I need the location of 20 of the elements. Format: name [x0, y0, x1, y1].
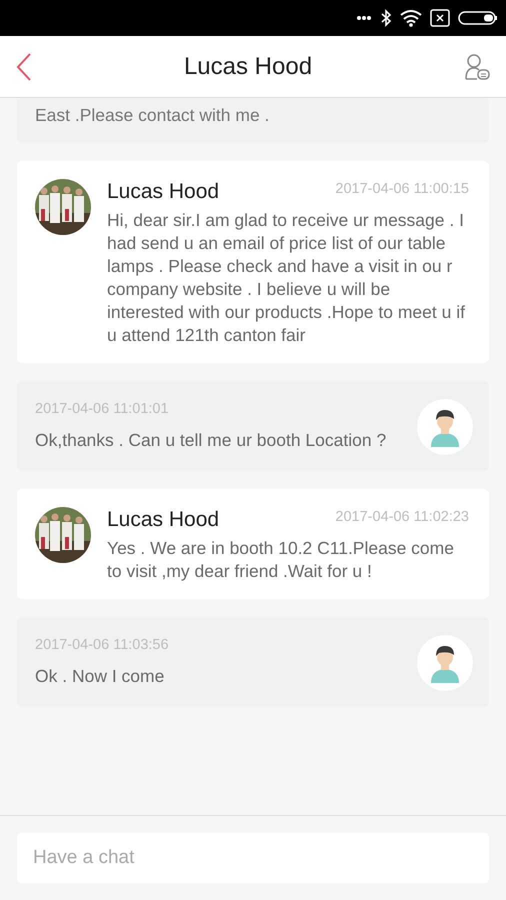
- wifi-icon: [400, 10, 422, 26]
- message-text: Hi, dear sir.I am glad to receive ur message . I had send u an email of price list of our table lamps . Please check and have a visit in ou r company website . I believe u will be interested with our products .Hope to meet u if u attend 121th canton fair: [107, 209, 466, 348]
- chat-title: Lucas Hood: [184, 52, 312, 82]
- message-text: Ok,thanks . Can u tell me ur booth Location ?: [35, 429, 388, 452]
- user-avatar-icon: [417, 399, 473, 456]
- battery-icon: [458, 10, 498, 26]
- chat-input[interactable]: Have a chat: [17, 833, 489, 883]
- sender-name: Lucas Hood: [107, 507, 220, 534]
- back-icon[interactable]: [16, 52, 32, 80]
- timestamp: 2017-04-06 11:00:15: [335, 180, 469, 200]
- message-text: Ok . Now I come: [35, 665, 166, 688]
- sender-name: Lucas Hood: [107, 179, 220, 206]
- timestamp: 2017-04-06 11:02:23: [335, 508, 469, 528]
- more-icon: [356, 15, 372, 21]
- no-sim-icon: [430, 9, 450, 27]
- message-text: East .Please contact with me .: [35, 104, 270, 127]
- bluetooth-icon: [380, 9, 392, 27]
- user-avatar-icon: [417, 635, 473, 692]
- contact-icon[interactable]: [464, 52, 490, 80]
- message-text: Yes . We are in booth 10.2 C11.Please come to visit ,my dear friend .Wait for u !: [107, 537, 455, 584]
